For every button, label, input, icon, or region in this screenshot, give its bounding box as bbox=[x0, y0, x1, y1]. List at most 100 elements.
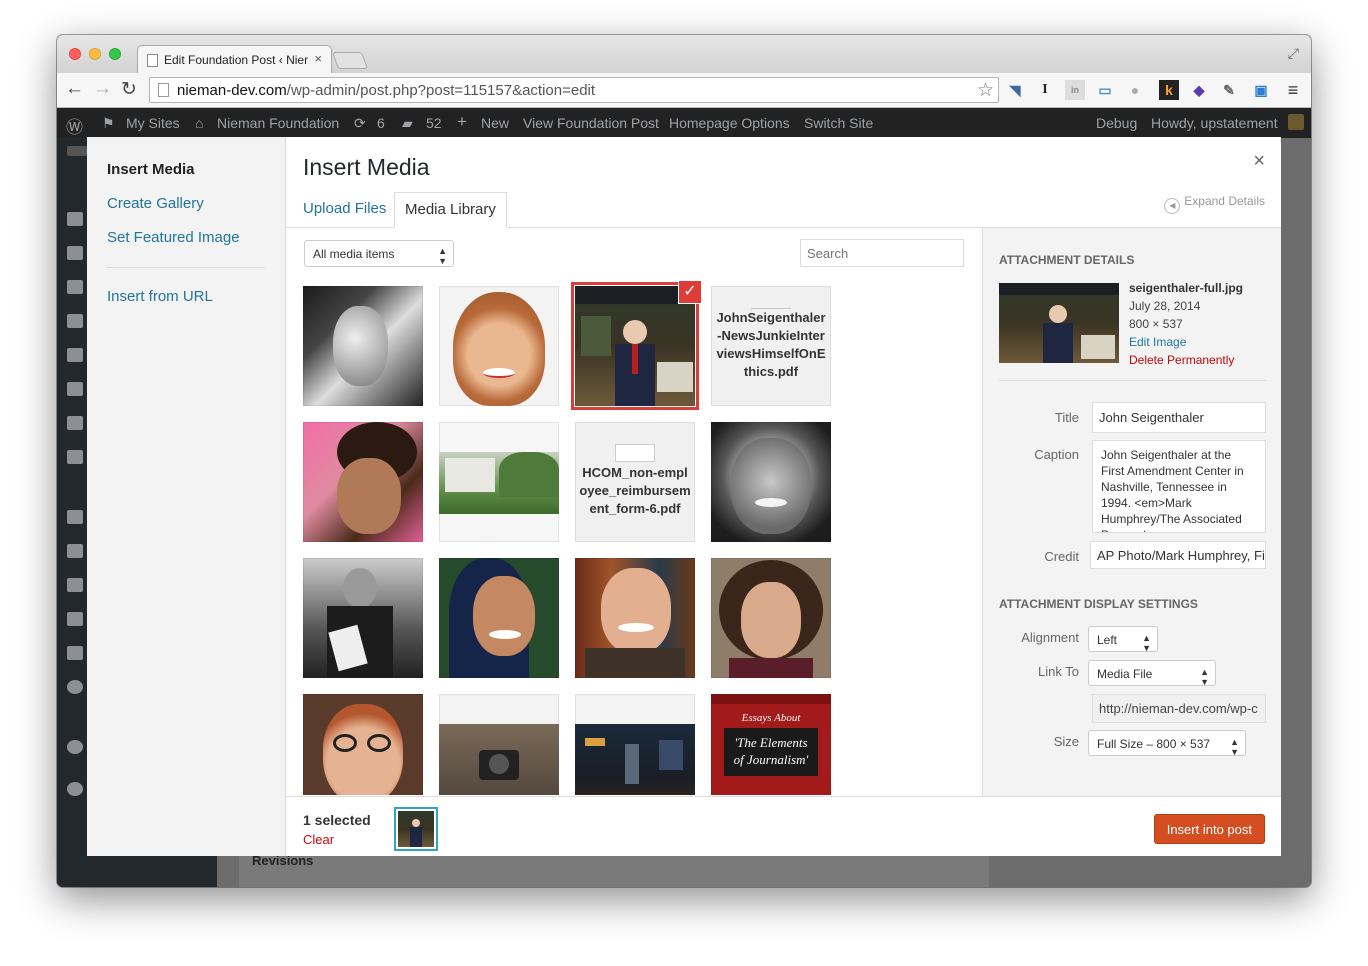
delete-permanently-link[interactable]: Delete Permanently bbox=[1129, 353, 1234, 367]
instapaper-extension-icon[interactable]: I bbox=[1035, 80, 1055, 100]
media-thumbnail[interactable] bbox=[711, 558, 831, 678]
pages-icon bbox=[67, 246, 83, 260]
posts-icon bbox=[67, 212, 83, 226]
media-thumbnail[interactable] bbox=[575, 558, 695, 678]
book-cover-thumbnail[interactable]: Essays About 'The Elements of Journalism… bbox=[711, 694, 831, 795]
document-thumbnail[interactable]: HCOM_non-employee_reimbursement_form-6.p… bbox=[575, 422, 695, 542]
media-thumbnail[interactable] bbox=[439, 286, 559, 406]
caption-textarea[interactable]: John Seigenthaler at the First Amendment… bbox=[1092, 440, 1266, 533]
media-router-sidebar: Insert Media Create Gallery Set Featured… bbox=[87, 137, 286, 856]
new-tab-button[interactable] bbox=[331, 52, 369, 69]
link-url-field[interactable]: http://nieman-dev.com/wp-c bbox=[1092, 694, 1266, 723]
document-icon bbox=[615, 444, 655, 462]
link-to-select[interactable]: Media File ▲ ▼ bbox=[1088, 660, 1216, 687]
back-button[interactable]: ← bbox=[65, 78, 84, 100]
size-select[interactable]: Full Size – 800 × 537 ▲ ▼ bbox=[1088, 730, 1246, 757]
media-thumbnail[interactable] bbox=[303, 286, 423, 406]
home-icon: ⌂ bbox=[195, 115, 204, 131]
browser-tab-strip: Edit Foundation Post ‹ Nier × ⤢ bbox=[57, 35, 1311, 74]
media-thumbnail[interactable] bbox=[575, 694, 695, 795]
switch-site-link[interactable]: Switch Site bbox=[804, 115, 873, 131]
media-thumbnail[interactable] bbox=[439, 694, 559, 795]
media-thumbnail[interactable] bbox=[439, 558, 559, 678]
comments-menu-icon bbox=[67, 450, 83, 464]
tab-title: Edit Foundation Post ‹ Nier bbox=[164, 53, 309, 67]
homepage-options-link[interactable]: Homepage Options bbox=[669, 115, 790, 131]
color-extension-icon[interactable]: ◆ bbox=[1189, 80, 1209, 100]
media-tabs: Upload Files Media Library bbox=[286, 192, 1281, 228]
media-filter-select[interactable]: All media items ▲ ▼ bbox=[304, 240, 454, 267]
new-link[interactable]: New bbox=[481, 115, 509, 131]
view-post-link[interactable]: View Foundation Post bbox=[523, 115, 659, 131]
title-label: Title bbox=[1054, 410, 1079, 425]
url-text: nieman-dev.com/wp-admin/post.php?post=11… bbox=[177, 82, 596, 99]
debug-link[interactable]: Debug bbox=[1096, 115, 1137, 131]
site-name-link[interactable]: Nieman Foundation bbox=[217, 115, 339, 131]
forward-button[interactable]: → bbox=[93, 78, 112, 100]
events-icon bbox=[67, 416, 83, 430]
address-bar[interactable]: nieman-dev.com/wp-admin/post.php?post=11… bbox=[149, 77, 999, 103]
alignment-select[interactable]: Left ▲ ▼ bbox=[1088, 626, 1158, 653]
document-filename: HCOM_non-employee_reimbursement_form-6.p… bbox=[579, 465, 691, 516]
reload-button[interactable]: ↻ bbox=[121, 78, 137, 101]
page-icon bbox=[147, 54, 158, 67]
media-thumbnail[interactable] bbox=[439, 422, 559, 542]
edit-image-link[interactable]: Edit Image bbox=[1129, 335, 1186, 349]
howdy-link[interactable]: Howdy, upstatement bbox=[1151, 115, 1278, 131]
folder-extension-icon[interactable]: ▭ bbox=[1095, 80, 1115, 100]
calendar-icon bbox=[67, 280, 83, 294]
attachment-details-panel: Attachment Details seigenthaler-full.jpg… bbox=[982, 228, 1281, 796]
media-toolbar: 1 selected Clear Insert into post bbox=[286, 796, 1281, 856]
gear-icon bbox=[67, 680, 83, 694]
selection-thumbnail[interactable] bbox=[394, 807, 438, 851]
media-thumbnail[interactable] bbox=[303, 422, 423, 542]
browser-tab[interactable]: Edit Foundation Post ‹ Nier × bbox=[137, 45, 332, 74]
document-thumbnail[interactable]: JohnSeigenthaler-NewsJunkieInterviewsHim… bbox=[711, 286, 831, 406]
media-thumbnail[interactable] bbox=[711, 422, 831, 542]
tools-icon bbox=[67, 612, 83, 626]
modal-title: Insert Media bbox=[303, 154, 430, 180]
search-input[interactable] bbox=[800, 239, 964, 267]
tab-close-icon[interactable]: × bbox=[314, 51, 322, 66]
tab-upload-files[interactable]: Upload Files bbox=[293, 192, 396, 228]
insert-into-post-button[interactable]: Insert into post bbox=[1153, 814, 1265, 844]
people-icon bbox=[67, 382, 83, 396]
tab-media-library[interactable]: Media Library bbox=[394, 192, 507, 228]
screen-extension-icon[interactable]: ▣ bbox=[1251, 80, 1271, 100]
rss-extension-icon[interactable]: ◥ bbox=[1005, 80, 1025, 100]
updates-count[interactable]: 6 bbox=[377, 115, 385, 131]
bookmark-star-icon[interactable]: ☆ bbox=[977, 79, 994, 102]
media-thumbnail[interactable] bbox=[303, 694, 423, 795]
close-window-button[interactable] bbox=[69, 48, 81, 60]
media-thumbnail-selected[interactable] bbox=[571, 282, 699, 410]
sidebar-item-set-featured-image[interactable]: Set Featured Image bbox=[107, 229, 240, 246]
credit-label: Credit bbox=[1044, 549, 1079, 564]
credit-field[interactable]: AP Photo/Mark Humphrey, Fil bbox=[1090, 541, 1266, 569]
close-icon[interactable]: × bbox=[1253, 150, 1265, 173]
chrome-menu-icon[interactable]: ≡ bbox=[1283, 80, 1303, 100]
wrench-extension-icon[interactable]: ✎ bbox=[1219, 80, 1239, 100]
avatar[interactable] bbox=[1288, 114, 1304, 130]
minimize-window-button[interactable] bbox=[89, 48, 101, 60]
attachment-info: seigenthaler-full.jpg July 28, 2014 800 … bbox=[1129, 279, 1243, 369]
selected-check-icon[interactable]: ✓ bbox=[678, 280, 702, 304]
ghost-extension-icon[interactable]: ● bbox=[1125, 80, 1145, 100]
my-sites-link[interactable]: My Sites bbox=[126, 115, 180, 131]
expand-details-button[interactable]: ◀ Expand Details bbox=[1164, 194, 1265, 214]
comments-count[interactable]: 52 bbox=[426, 115, 442, 131]
title-field[interactable] bbox=[1092, 402, 1266, 433]
select-arrows-icon: ▲ ▼ bbox=[438, 246, 447, 266]
clear-selection-link[interactable]: Clear bbox=[303, 832, 334, 847]
zoom-window-button[interactable] bbox=[109, 48, 121, 60]
linkedin-extension-icon[interactable]: in bbox=[1065, 80, 1085, 100]
k-extension-icon[interactable]: k bbox=[1159, 80, 1179, 100]
wordpress-logo-icon[interactable]: Ⓦ bbox=[66, 113, 83, 138]
sidebar-item-insert-from-url[interactable]: Insert from URL bbox=[107, 288, 213, 305]
link-to-label: Link To bbox=[1038, 664, 1079, 679]
media-thumbnail[interactable] bbox=[303, 558, 423, 678]
home-menu-icon bbox=[67, 348, 83, 362]
sidebar-item-create-gallery[interactable]: Create Gallery bbox=[107, 195, 204, 212]
attachment-details-heading: Attachment Details bbox=[999, 253, 1135, 267]
fullscreen-icon[interactable]: ⤢ bbox=[1288, 45, 1299, 62]
sidebar-item-insert-media[interactable]: Insert Media bbox=[107, 161, 195, 178]
